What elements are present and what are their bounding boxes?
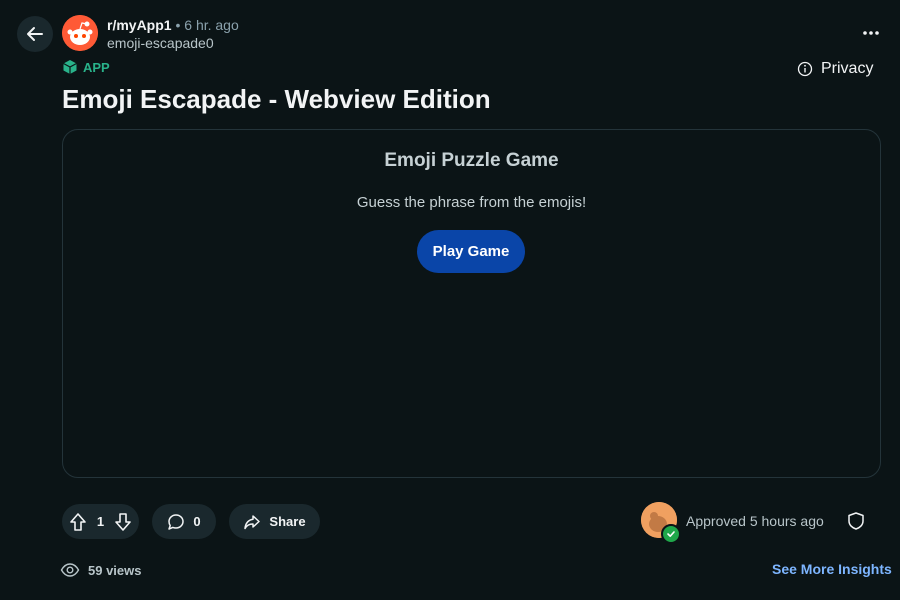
webview-panel: Emoji Puzzle Game Guess the phrase from …	[62, 129, 881, 478]
see-more-insights-link[interactable]: See More Insights	[772, 561, 892, 577]
check-icon	[667, 531, 675, 537]
vote-count: 1	[96, 514, 105, 529]
comment-icon	[168, 513, 185, 530]
views-label: 59 views	[88, 562, 142, 578]
views-icon	[60, 563, 80, 577]
play-game-button[interactable]: Play Game	[417, 230, 525, 273]
downvote-button[interactable]	[113, 512, 133, 532]
app-badge: APP	[62, 59, 110, 75]
post-time: 6 hr. ago	[184, 17, 239, 33]
comments-button[interactable]: 0	[152, 504, 216, 539]
approved-text: Approved 5 hours ago	[686, 513, 824, 529]
app-badge-label: APP	[83, 59, 110, 75]
approved-check	[661, 524, 681, 544]
back-button[interactable]	[17, 16, 53, 52]
more-options-button[interactable]	[856, 22, 886, 44]
post-author[interactable]: emoji-escapade0	[107, 34, 214, 52]
subreddit-line: r/myApp1 • 6 hr. ago	[107, 16, 239, 34]
separator-dot: •	[175, 17, 181, 33]
views-count: 59 views	[60, 560, 142, 580]
more-icon	[863, 31, 879, 35]
subreddit-name[interactable]: r/myApp1	[107, 17, 172, 33]
snoo-avatar-icon	[62, 15, 98, 51]
share-icon	[244, 514, 261, 529]
game-subtitle: Guess the phrase from the emojis!	[356, 194, 587, 211]
back-arrow-icon	[27, 27, 43, 41]
upvote-button[interactable]	[68, 512, 88, 532]
shield-icon	[848, 512, 864, 530]
share-button[interactable]: Share	[229, 504, 320, 539]
info-icon	[797, 61, 813, 77]
subreddit-avatar[interactable]	[62, 15, 98, 51]
vote-bar: 1	[62, 504, 139, 539]
share-label: Share	[269, 514, 306, 529]
upvote-icon	[70, 512, 86, 531]
privacy-button[interactable]: Privacy	[797, 60, 873, 78]
privacy-label: Privacy	[821, 60, 874, 77]
post-title[interactable]: Emoji Escapade - Webview Edition	[62, 82, 491, 116]
mod-shield-button[interactable]	[846, 511, 866, 536]
comment-count: 0	[193, 514, 201, 529]
app-cube-icon	[63, 60, 77, 74]
game-title: Emoji Puzzle Game	[384, 150, 559, 171]
downvote-icon	[115, 512, 131, 531]
